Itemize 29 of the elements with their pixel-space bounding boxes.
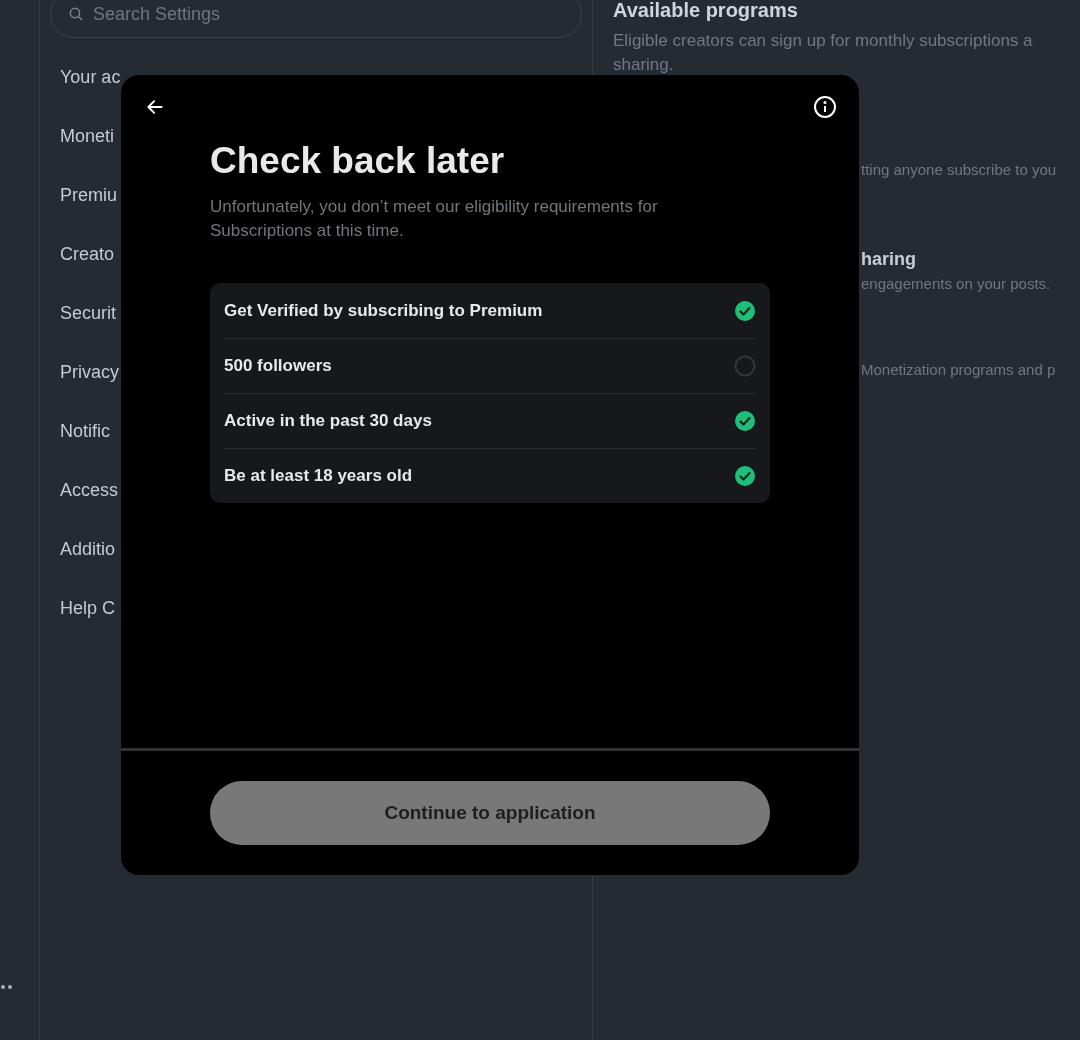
settings-item[interactable]: Privacy	[60, 359, 119, 386]
settings-item[interactable]: Creato	[60, 241, 115, 268]
search-field[interactable]: Search Settings	[50, 0, 582, 38]
search-icon	[68, 6, 84, 22]
requirement-label: Get Verified by subscribing to Premium	[224, 299, 543, 322]
dialog-subtitle: Unfortunately, you don’t meet our eligibility requirements for Subscriptions at this time.	[210, 196, 659, 242]
info-icon	[813, 95, 837, 119]
program-description: engagements on your posts.	[861, 273, 1052, 294]
section-title: Available programs	[613, 0, 799, 23]
requirement-label: 500 followers	[224, 355, 332, 378]
program-title: haring	[861, 247, 917, 271]
settings-item[interactable]: Notific	[60, 418, 110, 445]
section-description: sharing.	[613, 54, 675, 76]
settings-item[interactable]: Premiu	[60, 182, 117, 209]
program-description: tting anyone subscribe to you	[861, 160, 1058, 180]
settings-item[interactable]: Additio	[60, 536, 116, 563]
requirement-label: Be at least 18 years old	[224, 465, 413, 488]
settings-item[interactable]: Securit	[60, 300, 117, 327]
back-arrow-icon	[145, 97, 165, 117]
settings-item[interactable]: Your ac	[60, 64, 121, 91]
requirement-label: Active in the past 30 days	[224, 410, 432, 433]
info-button[interactable]	[813, 95, 837, 119]
more-icon[interactable]	[0, 984, 12, 990]
dialog-title: Check back later	[210, 139, 506, 183]
section-description: Eligible creators can sign up for monthly subscriptions a	[613, 30, 1034, 52]
settings-item[interactable]: Access	[60, 477, 119, 504]
settings-item[interactable]: Moneti	[60, 123, 115, 150]
program-description: Monetization programs and p	[861, 360, 1057, 380]
settings-item[interactable]: Help C	[60, 595, 116, 622]
